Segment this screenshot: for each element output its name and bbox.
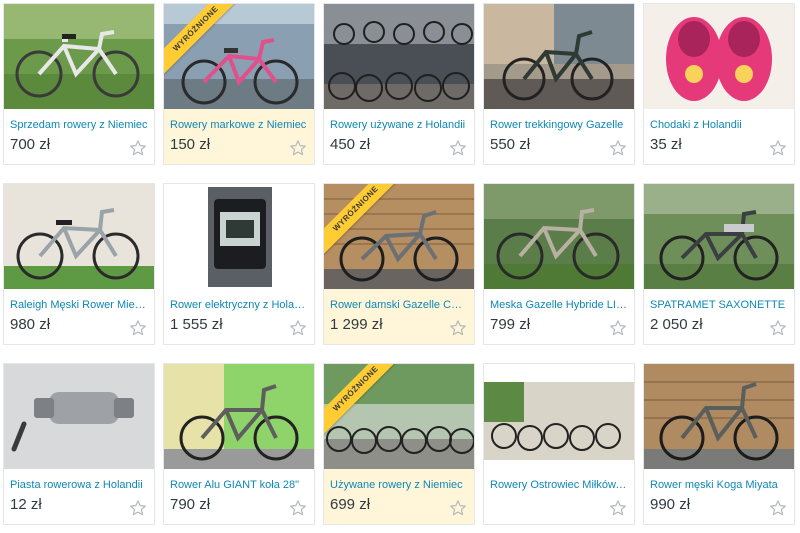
star-outline-icon[interactable] [289, 499, 307, 517]
listing-photo[interactable] [484, 184, 634, 289]
star-outline-icon[interactable] [129, 319, 147, 337]
listing-photo[interactable] [4, 364, 154, 469]
trekking-bicycle-image [484, 4, 634, 109]
star-outline-icon[interactable] [609, 319, 627, 337]
star-outline-icon[interactable] [129, 139, 147, 157]
listing-photo[interactable] [484, 364, 634, 469]
listing-title[interactable]: Rower męski Koga Miyata [650, 478, 788, 492]
listing-price: 990 zł [650, 496, 691, 513]
listing-photo[interactable] [484, 4, 634, 109]
listing-card[interactable]: Rowery Ostrowiec Miłków, ... [483, 363, 635, 525]
listing-title[interactable]: Meska Gazelle Hybride LITE [490, 298, 628, 312]
white-bicycle-image [4, 4, 154, 109]
listing-card-featured[interactable]: WYRÓŻNIONE Rower damski Gazelle Chamonix… [323, 183, 475, 345]
gazelle-women-bicycle-image [324, 184, 474, 289]
listing-card[interactable]: Piasta rowerowa z Holandii 12 zł [3, 363, 155, 525]
listing-photo[interactable] [4, 184, 154, 289]
star-outline-icon[interactable] [449, 499, 467, 517]
listing-card[interactable]: Rower trekkingowy Gazelle 550 zł [483, 3, 635, 165]
listing-price: 550 zł [490, 136, 531, 153]
listing-title[interactable]: Rower elektryczny z Holandii [170, 298, 308, 312]
star-outline-icon[interactable] [449, 319, 467, 337]
star-outline-icon[interactable] [769, 139, 787, 157]
listing-photo[interactable]: WYRÓŻNIONE [324, 184, 474, 289]
listing-card[interactable]: Sprzedam rowery z Niemiec 700 zł [3, 3, 155, 165]
used-bicycles-yard-image [324, 364, 474, 469]
star-outline-icon[interactable] [129, 499, 147, 517]
listing-title[interactable]: Raleigh Męski Rower Miejski [10, 298, 148, 312]
listing-title[interactable]: Rower damski Gazelle Chamonix [330, 298, 468, 312]
listing-photo[interactable]: WYRÓŻNIONE [324, 364, 474, 469]
star-outline-icon[interactable] [289, 319, 307, 337]
listing-card[interactable]: Rower elektryczny z Holandii 1 555 zł [163, 183, 315, 345]
listing-price: 450 zł [330, 136, 371, 153]
listing-card-featured[interactable]: WYRÓŻNIONE Rowery markowe z Niemiec 150 … [163, 3, 315, 165]
koga-bicycle-image [644, 364, 794, 469]
listing-card[interactable]: Raleigh Męski Rower Miejski 980 zł [3, 183, 155, 345]
listing-price: 1 555 zł [170, 316, 223, 333]
giant-bicycle-image [164, 364, 314, 469]
pink-clogs-image [644, 4, 794, 109]
listing-price: 1 299 zł [330, 316, 383, 333]
listing-price: 790 zł [170, 496, 211, 513]
listing-price: 150 zł [170, 136, 211, 153]
listing-title[interactable]: SPATRAMET SAXONETTE [650, 298, 788, 312]
star-outline-icon[interactable] [609, 139, 627, 157]
listing-price: 980 zł [10, 316, 51, 333]
listing-card[interactable]: Meska Gazelle Hybride LITE 799 zł [483, 183, 635, 345]
listing-title[interactable]: Używane rowery z Niemiec [330, 478, 468, 492]
bicycle-hub-image [4, 364, 154, 469]
listing-title[interactable]: Chodaki z Holandii [650, 118, 788, 132]
listing-photo[interactable] [644, 4, 794, 109]
listing-title[interactable]: Rowery Ostrowiec Miłków, ... [490, 478, 628, 492]
listing-photo[interactable] [164, 364, 314, 469]
bicycles-garden-image [484, 364, 634, 469]
listing-card[interactable]: Rower Alu GIANT koła 28" 790 zł [163, 363, 315, 525]
raleigh-bicycle-image [4, 184, 154, 289]
star-outline-icon[interactable] [449, 139, 467, 157]
listing-card[interactable]: Chodaki z Holandii 35 zł [643, 3, 795, 165]
pink-bicycle-image [164, 4, 314, 109]
star-outline-icon[interactable] [769, 319, 787, 337]
listing-title[interactable]: Sprzedam rowery z Niemiec [10, 118, 148, 132]
listing-price: 35 zł [650, 136, 682, 153]
listing-price: 700 zł [10, 136, 51, 153]
listing-card[interactable]: SPATRAMET SAXONETTE 2 050 zł [643, 183, 795, 345]
listing-price: 2 050 zł [650, 316, 703, 333]
star-outline-icon[interactable] [289, 139, 307, 157]
listing-title[interactable]: Rower trekkingowy Gazelle [490, 118, 628, 132]
listing-photo[interactable] [644, 364, 794, 469]
listing-photo[interactable] [324, 4, 474, 109]
listing-price: 12 zł [10, 496, 42, 513]
star-outline-icon[interactable] [609, 499, 627, 517]
star-outline-icon[interactable] [769, 499, 787, 517]
listing-photo[interactable] [4, 4, 154, 109]
saxonette-bicycle-image [644, 184, 794, 289]
gazelle-hybrid-image [484, 184, 634, 289]
listing-photo[interactable] [644, 184, 794, 289]
listing-title[interactable]: Rowery markowe z Niemiec [170, 118, 308, 132]
listing-title[interactable]: Piasta rowerowa z Holandii [10, 478, 148, 492]
ebike-display-image [164, 184, 314, 289]
listing-price: 799 zł [490, 316, 531, 333]
bicycle-shop-image [324, 4, 474, 109]
listing-photo[interactable]: WYRÓŻNIONE [164, 4, 314, 109]
listing-card[interactable]: Rower męski Koga Miyata 990 zł [643, 363, 795, 525]
listing-grid: Sprzedam rowery z Niemiec 700 zł WYRÓŻNI… [0, 0, 800, 533]
listing-photo[interactable] [164, 184, 314, 289]
listing-card[interactable]: Rowery używane z Holandii 450 zł [323, 3, 475, 165]
listing-title[interactable]: Rower Alu GIANT koła 28" [170, 478, 308, 492]
listing-card-featured[interactable]: WYRÓŻNIONE Używane rowery z Niemiec 699 … [323, 363, 475, 525]
listing-title[interactable]: Rowery używane z Holandii [330, 118, 468, 132]
listing-price: 699 zł [330, 496, 371, 513]
